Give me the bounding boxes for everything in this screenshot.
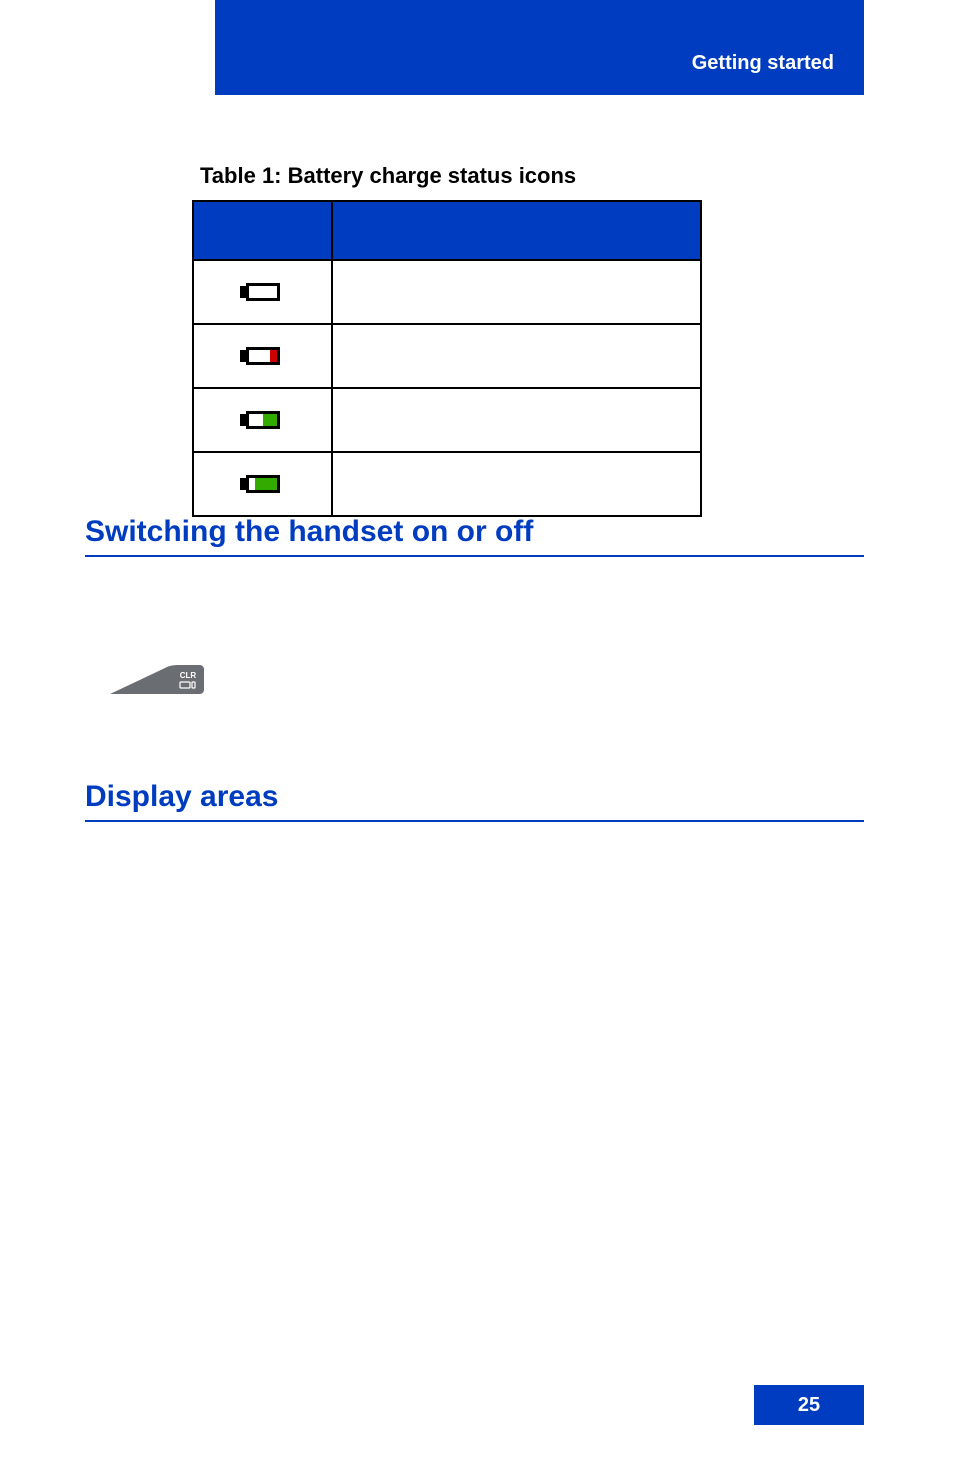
battery-icon-cell: [193, 388, 332, 452]
battery-icon: [246, 347, 280, 365]
table-row: [193, 260, 701, 324]
heading-display-areas: Display areas: [85, 780, 864, 814]
battery-desc-cell: [332, 324, 701, 388]
heading-rule: [85, 820, 864, 822]
page-number: 25: [754, 1385, 864, 1425]
table-header-row: [193, 201, 701, 260]
battery-desc-cell: [332, 388, 701, 452]
battery-icon: [246, 411, 280, 429]
battery-icon-cell: [193, 452, 332, 516]
heading-switching: Switching the handset on or off: [85, 515, 864, 549]
battery-icon: [246, 283, 280, 301]
table-row: [193, 324, 701, 388]
battery-desc-cell: [332, 452, 701, 516]
battery-icon-cell: [193, 324, 332, 388]
header-section-label: Getting started: [692, 52, 834, 75]
clr-key-label: CLR: [180, 671, 197, 680]
heading-rule: [85, 555, 864, 557]
table-row: [193, 452, 701, 516]
header-tab: Getting started: [215, 0, 864, 95]
table-caption: Table 1: Battery charge status icons: [200, 163, 576, 189]
table-header-status: [332, 201, 701, 260]
table-header-icon: [193, 201, 332, 260]
section-display-areas: Display areas: [85, 780, 864, 822]
table-row: [193, 388, 701, 452]
clr-key-icon: CLR: [110, 660, 205, 700]
battery-status-table: [192, 200, 702, 517]
section-switching: Switching the handset on or off: [85, 515, 864, 557]
battery-icon: [246, 475, 280, 493]
page: Getting started Table 1: Battery charge …: [0, 0, 954, 1475]
battery-icon-cell: [193, 260, 332, 324]
battery-desc-cell: [332, 260, 701, 324]
